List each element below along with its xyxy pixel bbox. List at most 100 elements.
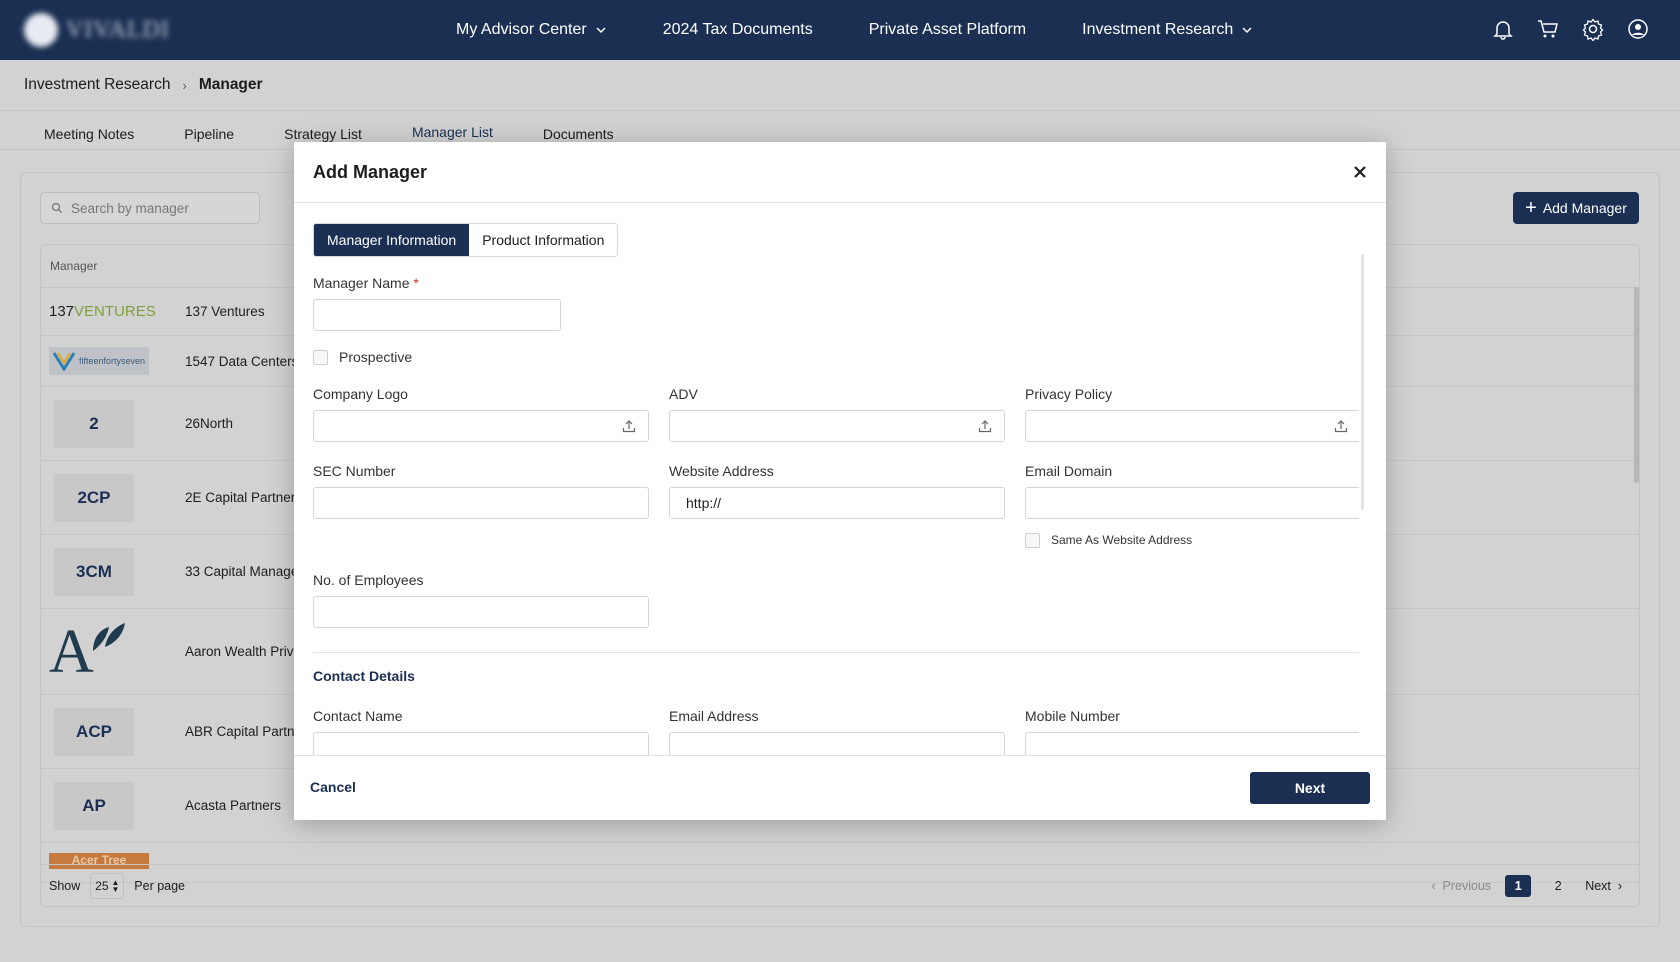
manager-logo: ACP xyxy=(49,707,153,756)
website-address-field[interactable]: http:// xyxy=(669,487,1005,519)
same-as-website-checkbox[interactable] xyxy=(1025,533,1040,548)
employees-field[interactable] xyxy=(313,596,649,628)
page-2-button[interactable]: 2 xyxy=(1545,875,1571,897)
logo-fifteenfortyseven: fifteenfortyseven xyxy=(49,347,149,375)
nav-my-advisor-center[interactable]: My Advisor Center xyxy=(456,21,607,39)
brand-logo-text: VIVALDI xyxy=(66,16,170,43)
company-logo-upload[interactable] xyxy=(313,410,649,442)
privacy-policy-upload[interactable] xyxy=(1025,410,1359,442)
per-page-label: Per page xyxy=(134,878,186,893)
manager-name[interactable]: 33 Capital Manager xyxy=(185,564,303,579)
manager-name-label: Manager Name * xyxy=(313,275,419,291)
manager-logo: 137VENTURES xyxy=(49,303,156,320)
column-header-manager[interactable]: Manager xyxy=(50,259,97,273)
bell-icon[interactable] xyxy=(1491,17,1515,41)
manager-name-field[interactable] xyxy=(313,299,561,331)
brand-mark-icon xyxy=(24,13,58,47)
next-button[interactable]: Next xyxy=(1250,772,1370,804)
upload-icon[interactable] xyxy=(1334,419,1348,433)
section-divider xyxy=(313,652,1359,653)
email-domain-field[interactable] xyxy=(1025,487,1359,519)
close-icon[interactable] xyxy=(1350,162,1370,182)
prospective-checkbox[interactable] xyxy=(313,350,328,365)
table-footer: Show 25 ▲ ▼ Per page ‹ Previous 1 2 Next › xyxy=(40,864,1640,906)
per-page-value: 25 xyxy=(95,878,109,893)
manager-name[interactable]: Acasta Partners xyxy=(185,798,281,813)
manager-logo: 2CP xyxy=(49,473,153,522)
leaf-icon xyxy=(93,622,125,651)
sec-number-field[interactable] xyxy=(313,487,649,519)
label-text: Manager Name xyxy=(313,275,410,291)
nav-tax-documents[interactable]: 2024 Tax Documents xyxy=(663,21,813,39)
logo-initials: 3CM xyxy=(54,547,134,596)
modal-footer: Cancel Next xyxy=(294,755,1386,820)
website-value: http:// xyxy=(686,495,722,511)
manager-name[interactable]: 137 Ventures xyxy=(185,304,265,319)
manager-name[interactable]: 1547 Data Centers xyxy=(185,354,298,369)
gear-icon[interactable] xyxy=(1581,17,1605,42)
email-address-field[interactable] xyxy=(669,732,1005,755)
page-1-button[interactable]: 1 xyxy=(1505,875,1532,897)
contact-name-field[interactable] xyxy=(313,732,649,755)
manager-logo: A xyxy=(49,619,153,685)
tab-meeting-notes[interactable]: Meeting Notes xyxy=(44,112,134,150)
adv-upload[interactable] xyxy=(669,410,1005,442)
manager-name[interactable]: Aaron Wealth Priva xyxy=(185,644,301,659)
modal-form: Manager Name * Prospective Company Logo … xyxy=(313,268,1359,755)
nav-private-asset-platform[interactable]: Private Asset Platform xyxy=(869,21,1026,39)
pagination: ‹ Previous 1 2 Next › xyxy=(1431,865,1622,907)
manager-logo: 3CM xyxy=(49,547,153,596)
search-input[interactable]: Search by manager xyxy=(40,192,260,224)
mobile-number-field[interactable] xyxy=(1025,732,1359,755)
top-navigation: VIVALDI My Advisor Center 2024 Tax Docum… xyxy=(0,0,1680,60)
previous-page-button[interactable]: ‹ Previous xyxy=(1431,879,1491,893)
nav-label: Investment Research xyxy=(1082,21,1234,38)
tab-pipeline[interactable]: Pipeline xyxy=(184,112,234,150)
upload-icon[interactable] xyxy=(622,419,636,433)
contact-name-label: Contact Name xyxy=(313,708,403,724)
nav-label: My Advisor Center xyxy=(456,21,587,38)
logo-137-ventures: 137VENTURES xyxy=(49,303,156,320)
manager-name[interactable]: 2E Capital Partners xyxy=(185,490,302,505)
upload-icon[interactable] xyxy=(978,419,992,433)
per-page-select[interactable]: 25 ▲ ▼ xyxy=(90,872,125,899)
sec-number-label: SEC Number xyxy=(313,463,396,479)
add-manager-button[interactable]: + Add Manager xyxy=(1513,192,1639,224)
tab-manager-information[interactable]: Manager Information xyxy=(314,224,470,256)
search-placeholder: Search by manager xyxy=(71,200,189,216)
show-label: Show xyxy=(49,878,81,893)
nav-investment-research[interactable]: Investment Research xyxy=(1082,21,1253,39)
manager-logo: fifteenfortyseven xyxy=(49,347,153,375)
cancel-button[interactable]: Cancel xyxy=(310,779,356,795)
company-logo-label: Company Logo xyxy=(313,386,408,402)
modal-tabs: Manager Information Product Information xyxy=(313,223,619,257)
brand-logo[interactable]: VIVALDI xyxy=(24,10,190,50)
add-manager-label: Add Manager xyxy=(1542,200,1627,216)
breadcrumb: Investment Research › Manager xyxy=(0,60,1680,111)
logo-aaron-wealth: A xyxy=(49,619,129,685)
nav-label: Private Asset Platform xyxy=(868,21,1027,38)
employees-label: No. of Employees xyxy=(313,572,424,588)
contact-details-heading: Contact Details xyxy=(313,668,415,684)
logo-text: 137 xyxy=(49,303,75,320)
mobile-number-label: Mobile Number xyxy=(1025,708,1120,724)
nav-icon-group xyxy=(1491,17,1650,42)
logo-initials: 2 xyxy=(54,399,134,448)
breadcrumb-parent[interactable]: Investment Research xyxy=(24,76,170,94)
manager-logo: 2 xyxy=(49,399,153,448)
cart-icon[interactable] xyxy=(1536,17,1560,41)
chevron-down-icon xyxy=(1242,27,1252,34)
website-address-label: Website Address xyxy=(669,463,774,479)
logo-initials: AP xyxy=(54,781,134,830)
manager-name[interactable]: ABR Capital Partner xyxy=(185,724,307,739)
modal-scrollbar[interactable] xyxy=(1361,254,1364,510)
user-globe-icon[interactable] xyxy=(1626,17,1650,41)
arrow-logo-icon xyxy=(53,352,75,371)
plus-icon: + xyxy=(1525,197,1537,219)
manager-name[interactable]: 26North xyxy=(185,416,233,431)
tab-product-information[interactable]: Product Information xyxy=(469,224,617,256)
table-scrollbar[interactable] xyxy=(1634,287,1639,483)
main-menu: My Advisor Center 2024 Tax Documents Pri… xyxy=(456,0,1309,60)
logo-text-accent: VENTURES xyxy=(74,303,156,320)
next-page-button[interactable]: Next › xyxy=(1585,879,1622,893)
